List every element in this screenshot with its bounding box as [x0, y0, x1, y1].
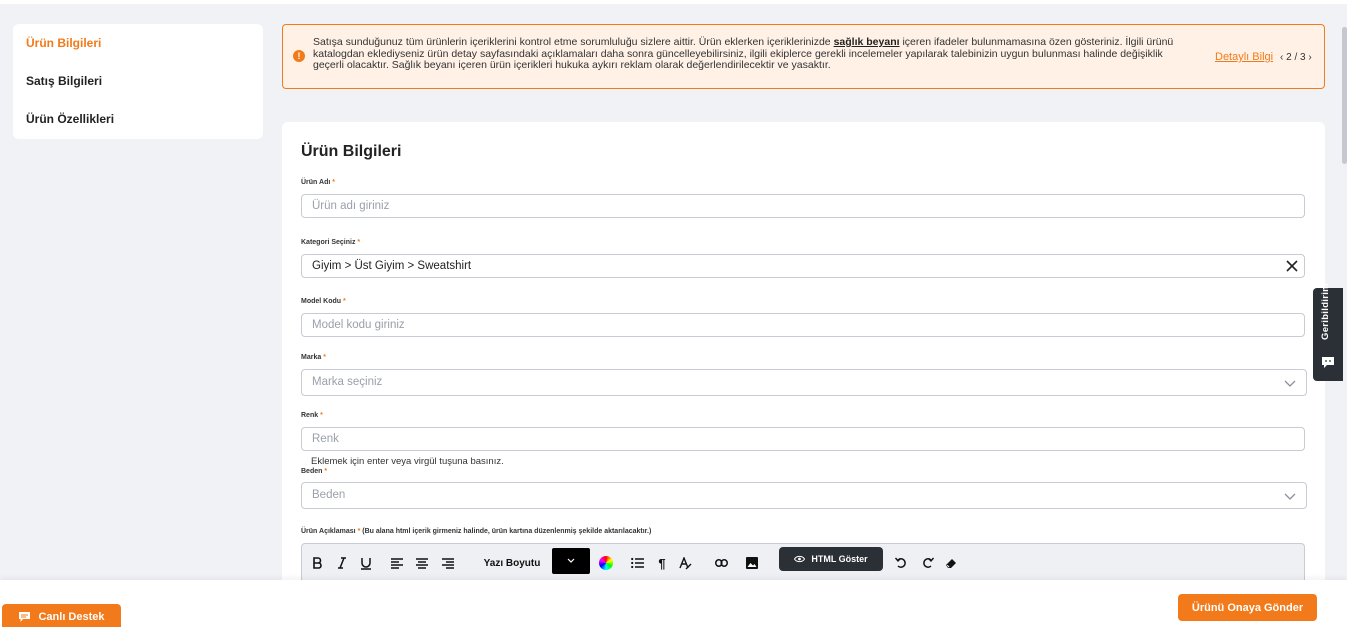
brand-label-text: Marka	[301, 354, 322, 361]
html-show-label: HTML Göster	[811, 554, 868, 564]
banner-pager: ‹ 2 / 3 ›	[1280, 52, 1312, 63]
color-hint: Eklemek için enter veya virgül tuşuna ba…	[311, 456, 504, 467]
chat-icon	[19, 612, 31, 622]
prev-icon[interactable]: ‹	[1280, 52, 1283, 63]
top-strip	[0, 0, 1347, 4]
info-banner: ! Satışa sunduğunuz tüm ürünlerin içerik…	[282, 24, 1325, 89]
font-size-label[interactable]: Yazı Boyutu	[482, 554, 542, 572]
color-label-text: Renk	[301, 412, 319, 419]
required-mark: *	[357, 239, 361, 246]
paragraph-icon[interactable]: ¶	[655, 554, 669, 572]
chevron-down-icon[interactable]	[1284, 490, 1296, 502]
align-center-icon[interactable]	[415, 554, 429, 572]
color-label: Renk *	[301, 412, 323, 419]
brand-select[interactable]: Marka seçiniz	[301, 369, 1307, 396]
product-name-label: Ürün Adı *	[301, 179, 335, 186]
eye-icon	[794, 555, 806, 563]
link-icon[interactable]	[714, 554, 728, 572]
redo-icon[interactable]	[920, 554, 934, 572]
eraser-icon[interactable]	[944, 554, 958, 572]
category-select[interactable]: Giyim > Üst Giyim > Sweatshirt	[301, 254, 1305, 278]
banner-text-highlight: sağlık beyanı	[833, 36, 900, 48]
feedback-chat-icon	[1322, 357, 1334, 368]
chevron-down-icon	[567, 558, 575, 563]
brand-placeholder: Marka seçiniz	[312, 376, 383, 388]
product-form-card: Ürün Bilgileri Ürün Adı * Ürün adı girin…	[282, 122, 1325, 592]
category-value: Giyim > Üst Giyim > Sweatshirt	[312, 260, 472, 272]
model-code-input[interactable]: Model kodu giriniz	[301, 313, 1305, 337]
banner-text-start: Satışa sunduğunuz tüm ürünlerin içerikle…	[313, 36, 834, 48]
info-icon: !	[293, 50, 305, 62]
category-label: Kategori Seçiniz *	[301, 239, 360, 246]
required-mark: *	[332, 179, 335, 186]
required-mark: *	[323, 354, 326, 361]
size-label-text: Beden	[301, 468, 323, 475]
align-left-icon[interactable]	[390, 554, 404, 572]
font-size-select[interactable]	[552, 548, 590, 574]
required-mark: *	[343, 298, 346, 305]
required-mark: *	[320, 412, 323, 419]
model-code-label: Model Kodu *	[301, 298, 346, 305]
description-note: (Bu alana html içerik girmeniz halinde, …	[360, 528, 652, 535]
category-label-text: Kategori Seçiniz	[301, 239, 356, 246]
live-support-label: Canlı Destek	[38, 611, 105, 623]
size-label: Beden *	[301, 468, 327, 475]
pager-text: 2 / 3	[1286, 52, 1306, 63]
image-icon[interactable]	[745, 554, 759, 572]
brand-label: Marka *	[301, 354, 326, 361]
size-placeholder: Beden	[312, 489, 346, 501]
list-icon[interactable]	[630, 554, 644, 572]
undo-icon[interactable]	[894, 554, 908, 572]
required-mark: *	[324, 468, 328, 475]
text-format-icon[interactable]	[678, 554, 692, 572]
chevron-down-icon[interactable]	[1284, 377, 1296, 389]
description-label-text: Ürün Açıklaması	[301, 528, 356, 535]
live-support-button[interactable]: Canlı Destek	[2, 604, 121, 627]
align-right-icon[interactable]	[441, 554, 455, 572]
scrollbar-thumb[interactable]	[1342, 27, 1347, 164]
detail-info-link[interactable]: Detaylı Bilgi	[1215, 51, 1273, 63]
sidebar: Ürün Bilgileri Satış Bilgileri Ürün Özel…	[13, 24, 263, 139]
feedback-label: Geribildirim	[1320, 283, 1331, 340]
bottom-action-bar	[0, 580, 1347, 627]
clear-icon[interactable]	[1286, 260, 1298, 272]
banner-text: Satışa sunduğunuz tüm ürünlerin içerikle…	[313, 36, 1193, 72]
page-title: Ürün Bilgileri	[301, 143, 402, 160]
model-code-label-text: Model Kodu	[301, 298, 342, 305]
sidebar-item-sales-info[interactable]: Satış Bilgileri	[26, 74, 102, 88]
color-input[interactable]: Renk	[301, 427, 1305, 451]
description-label: Ürün Açıklaması * (Bu alana html içerik …	[301, 528, 651, 535]
submit-for-approval-button[interactable]: Ürünü Onaya Gönder	[1178, 594, 1317, 621]
bold-icon[interactable]	[310, 554, 324, 572]
sidebar-item-product-info[interactable]: Ürün Bilgileri	[26, 36, 101, 50]
size-select[interactable]: Beden	[301, 482, 1307, 509]
color-picker-icon[interactable]	[599, 556, 613, 570]
html-show-button[interactable]: HTML Göster	[779, 547, 883, 571]
italic-icon[interactable]	[335, 554, 349, 572]
underline-icon[interactable]	[359, 554, 373, 572]
product-name-label-text: Ürün Adı	[301, 179, 331, 186]
sidebar-item-product-features[interactable]: Ürün Özellikleri	[26, 112, 114, 126]
product-name-input[interactable]: Ürün adı giriniz	[301, 194, 1305, 218]
next-icon[interactable]: ›	[1308, 52, 1311, 63]
